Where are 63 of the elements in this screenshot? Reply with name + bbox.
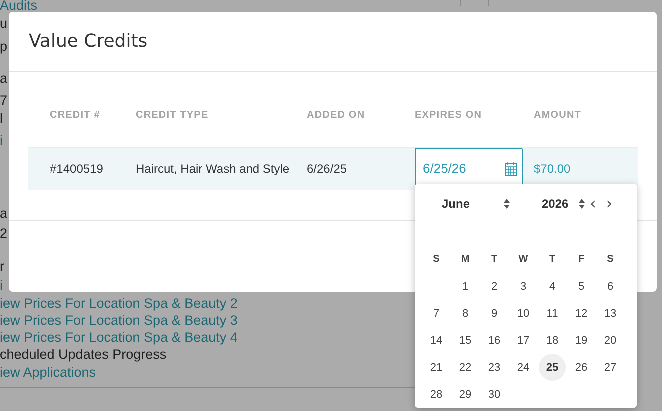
calendar-day[interactable]: 7 — [423, 300, 450, 327]
calendar-day[interactable]: 29 — [452, 381, 479, 408]
calendar-day[interactable]: 17 — [510, 327, 537, 354]
credit-amount: $70.00 — [534, 162, 572, 176]
calendar-day[interactable]: 27 — [597, 354, 624, 381]
calendar-day[interactable]: 24 — [510, 354, 537, 381]
spinner-arrows-icon[interactable] — [579, 199, 585, 209]
calendar-day[interactable]: 5 — [568, 273, 595, 300]
calendar-day[interactable]: 30 — [481, 381, 508, 408]
page-text: a — [0, 70, 8, 87]
dialog-title: Value Credits — [29, 31, 148, 52]
calendar-day[interactable]: 2 — [481, 273, 508, 300]
added-date: 6/26/25 — [307, 162, 348, 176]
calendar-day[interactable]: 26 — [568, 354, 595, 381]
page-text: cheduled Updates Progress — [0, 346, 167, 363]
page-text: p — [0, 38, 8, 55]
calendar-day[interactable]: 21 — [423, 354, 450, 381]
weekday-label: S — [432, 253, 441, 267]
calendar-day[interactable]: 15 — [452, 327, 479, 354]
column-header: CREDIT TYPE — [136, 109, 210, 123]
calendar-day[interactable]: 25 — [539, 354, 566, 381]
calendar-day[interactable]: 9 — [481, 300, 508, 327]
calendar-day[interactable]: 10 — [510, 300, 537, 327]
page-text: u — [0, 15, 8, 32]
weekday-label: M — [460, 253, 471, 267]
weekday-label: W — [518, 253, 530, 267]
calendar-day[interactable]: 1 — [452, 273, 479, 300]
calendar-day[interactable]: 3 — [510, 273, 537, 300]
calendar-day[interactable]: 13 — [597, 300, 624, 327]
page-text: 7 — [0, 92, 8, 109]
page-text: 2 — [0, 225, 8, 242]
weekday-label: T — [548, 253, 557, 267]
column-header: ADDED ON — [307, 109, 366, 123]
previous-month-button[interactable]: ‹ — [585, 196, 602, 212]
page-text: a — [0, 205, 8, 222]
calendar-day[interactable]: 16 — [481, 327, 508, 354]
calendar-day[interactable]: 22 — [452, 354, 479, 381]
next-month-button[interactable]: › — [601, 196, 618, 212]
calendar-day[interactable]: 6 — [597, 273, 624, 300]
calendar-icon[interactable] — [505, 162, 517, 176]
column-header: EXPIRES ON — [415, 109, 484, 123]
calendar-day[interactable]: 14 — [423, 327, 450, 354]
column-header: CREDIT # — [49, 109, 102, 123]
weekday-label: T — [490, 253, 499, 267]
weekday-label: F — [577, 253, 586, 267]
year-select[interactable]: 2026 — [510, 197, 585, 211]
column-header: AMOUNT — [534, 109, 582, 123]
calendar-day[interactable]: 4 — [539, 273, 566, 300]
page-text: l — [0, 110, 3, 127]
credit-type: Haircut, Hair Wash and Style — [136, 162, 291, 176]
calendar-day[interactable]: 23 — [481, 354, 508, 381]
page-text: r — [0, 258, 4, 275]
calendar-day[interactable]: 19 — [568, 327, 595, 354]
month-select[interactable]: June — [422, 197, 510, 211]
spinner-arrows-icon[interactable] — [504, 199, 510, 209]
weekday-label: S — [606, 253, 615, 267]
calendar-day[interactable]: 12 — [568, 300, 595, 327]
credit-number: #1400519 — [49, 162, 104, 176]
calendar-day[interactable]: 11 — [539, 300, 566, 327]
calendar-day[interactable]: 8 — [452, 300, 479, 327]
calendar-day[interactable]: 28 — [423, 381, 450, 408]
calendar-day[interactable]: 18 — [539, 327, 566, 354]
calendar-day[interactable]: 20 — [597, 327, 624, 354]
